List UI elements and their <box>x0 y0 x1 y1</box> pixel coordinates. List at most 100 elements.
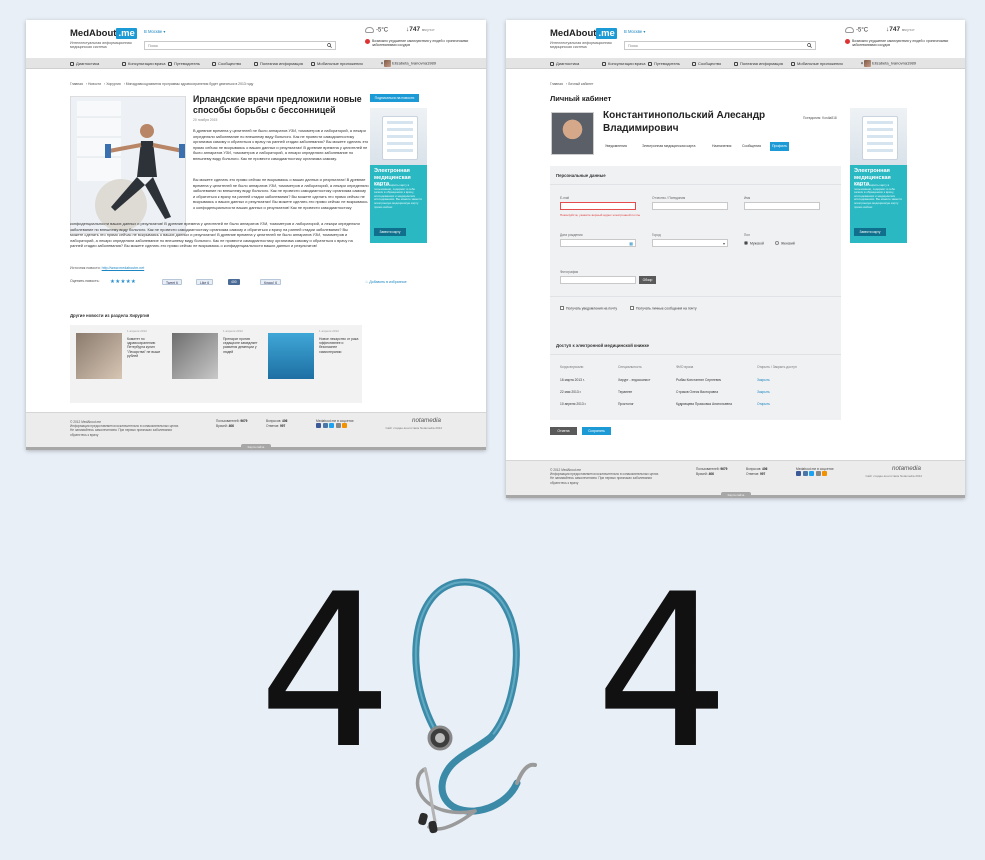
facebook-like-button[interactable]: Like 6 <box>196 279 214 285</box>
site-logo[interactable]: MedAbout .me <box>550 28 617 39</box>
site-tagline: Интеллектуальная информационная медицинс… <box>550 41 612 50</box>
breadcrumb-news[interactable]: Новости <box>88 82 101 86</box>
search-icon[interactable] <box>327 43 332 48</box>
footer-copyright: © 2012 MedAbout.me Информация предоставля… <box>550 468 660 485</box>
alert-icon <box>845 39 850 44</box>
facebook-icon[interactable] <box>796 471 801 476</box>
nav-diagnostics[interactable]: Диагностика <box>70 61 99 66</box>
tab-appointments[interactable]: Назначения <box>710 142 733 151</box>
search-input[interactable]: Поиск <box>624 41 816 50</box>
subscribe-button[interactable]: Подписаться на новости <box>370 94 419 102</box>
birth-date-field[interactable]: ▦ <box>560 239 636 247</box>
cabinet-page-screenshot: MedAbout .me Интеллектуальная информацион… <box>506 20 965 498</box>
facebook-icon[interactable] <box>316 423 321 428</box>
access-panel: Доступ к электронной медицинской книжке … <box>550 336 841 420</box>
create-card-button[interactable]: Завести карту <box>374 228 406 236</box>
calendar-icon[interactable]: ▦ <box>629 241 633 246</box>
ok-icon[interactable] <box>822 471 827 476</box>
agency-logo[interactable]: notamedia <box>892 465 921 472</box>
nav-community[interactable]: Сообщество <box>692 61 721 66</box>
nav-mobile-apps[interactable]: Мобильные приложения <box>791 61 843 66</box>
alert-icon <box>365 39 370 44</box>
ok-class-button[interactable]: Класс! 6 <box>260 279 282 285</box>
email-field[interactable] <box>560 202 636 210</box>
ok-icon[interactable] <box>342 423 347 428</box>
tab-medical-card[interactable]: Электронная медицинская карта <box>640 142 697 151</box>
news-card[interactable]: 1 апреля 2012 Новое лекарство от рака эф… <box>268 329 360 399</box>
sex-female-radio[interactable]: Женский <box>775 241 795 246</box>
access-toggle-link[interactable]: Закрыть <box>757 390 770 394</box>
search-input[interactable]: Поиск <box>144 41 336 50</box>
news-card-text[interactable]: Новое лекарство от рака эффективнее и бе… <box>319 337 359 354</box>
cloud-icon <box>365 27 374 33</box>
source-link[interactable]: http://www.medaboutm.net <box>102 266 145 270</box>
twitter-icon[interactable] <box>329 423 334 428</box>
weather-widget: -5°C <box>845 27 868 34</box>
nav-diagnostics[interactable]: Диагностика <box>550 61 579 66</box>
rating-stars[interactable]: ★★★★★ <box>110 279 136 285</box>
nav-consultations[interactable]: Консультации врача <box>122 61 165 66</box>
phone-icon <box>791 61 795 66</box>
cancel-button[interactable]: Отмена <box>550 427 577 435</box>
create-card-button[interactable]: Завести карту <box>854 228 886 236</box>
search-icon[interactable] <box>807 43 812 48</box>
tweet-count: 6 <box>176 281 178 285</box>
book-icon <box>254 61 258 66</box>
sitemap-tab[interactable]: Карта сайта <box>721 492 751 498</box>
city-selector[interactable]: В Москве ▾ <box>144 29 166 34</box>
sitemap-tab[interactable]: Карта сайта <box>241 444 271 450</box>
photo-file-field[interactable] <box>560 276 636 284</box>
nav-community[interactable]: Сообщество <box>212 61 241 66</box>
messages-checkbox[interactable]: Получать личные сообщения на почту <box>630 306 697 311</box>
news-card[interactable]: 1 апреля 2012 Комитет по здравоохранению… <box>76 329 168 399</box>
surname-label: Отчество / Псевдоним <box>652 196 686 200</box>
surname-field[interactable] <box>652 202 728 210</box>
health-alert: Возможно ухудшение самочувствия у людей … <box>845 39 951 47</box>
site-logo[interactable]: MedAbout .me <box>70 28 137 39</box>
tab-profile[interactable]: Профиль <box>770 142 790 151</box>
fb-count: 6 <box>207 281 210 285</box>
notify-checkbox[interactable]: Получать уведомления на почту <box>560 306 617 311</box>
nav-mobile-apps[interactable]: Мобильные приложения <box>311 61 363 66</box>
agency-logo[interactable]: notamedia <box>412 417 441 424</box>
livejournal-icon[interactable] <box>815 471 821 476</box>
email-error: Пожалуйста, укажите верный адрес электро… <box>560 213 641 217</box>
article-paragraph-3: конфиденциальности ваших данных и резуль… <box>70 221 360 249</box>
sex-male-radio[interactable]: Мужской <box>744 241 764 246</box>
nav-guide[interactable]: Путеводитель <box>168 61 200 66</box>
news-card-text[interactable]: Комитет по здравоохранению Петербурга ку… <box>127 337 167 358</box>
access-toggle-link[interactable]: Открыть <box>757 402 770 406</box>
breadcrumb-home[interactable]: Главная <box>550 82 563 86</box>
other-news-title: Другие новости из раздела Хирургия <box>70 313 150 318</box>
twitter-icon[interactable] <box>809 471 814 476</box>
vk-icon[interactable] <box>322 423 328 428</box>
divider <box>550 184 841 185</box>
nav-consultations[interactable]: Консультации врача <box>602 61 645 66</box>
save-button[interactable]: Сохранить <box>582 427 611 435</box>
tweet-button[interactable]: Tweet 6 <box>162 279 182 285</box>
breadcrumb-home[interactable]: Главная <box>70 82 83 86</box>
name-field[interactable] <box>744 202 820 210</box>
access-toggle-link[interactable]: Закрыть <box>757 378 770 382</box>
breadcrumb-surgery[interactable]: Хирургия <box>106 82 121 86</box>
user-menu[interactable]: ▾ Elizabeta_Ivanovna1989 <box>381 60 436 67</box>
divider <box>550 296 841 297</box>
user-menu[interactable]: ▾ Elizabeta_Ivanovna1989 <box>861 60 916 67</box>
nav-guide[interactable]: Путеводитель <box>648 61 680 66</box>
browse-button[interactable]: Обзор <box>639 276 656 284</box>
news-card-text[interactable]: Препарат против седационе замедляет разв… <box>223 337 263 354</box>
nav-useful-info[interactable]: Полезная информация <box>254 61 303 66</box>
tab-notifications[interactable]: Уведомления <box>603 142 629 151</box>
nav-useful-info[interactable]: Полезная информация <box>734 61 783 66</box>
city-select[interactable]: ▾ <box>652 239 728 247</box>
city-selector[interactable]: В Москве ▾ <box>624 29 646 34</box>
sex-label: Пол <box>744 233 750 237</box>
news-card[interactable]: 1 апреля 2012 Препарат против седационе … <box>172 329 264 399</box>
vk-like-button[interactable]: 400 <box>228 279 240 285</box>
tab-messages[interactable]: Сообщения <box>740 142 763 151</box>
add-favorite-link[interactable]: ☆ Добавить в избранное <box>365 280 407 284</box>
livejournal-icon[interactable] <box>335 423 341 428</box>
vk-icon[interactable] <box>802 471 808 476</box>
pulse-icon <box>70 61 74 66</box>
footer-stats-users: Пользователей: 9679 Врачей: 406 <box>216 419 247 429</box>
